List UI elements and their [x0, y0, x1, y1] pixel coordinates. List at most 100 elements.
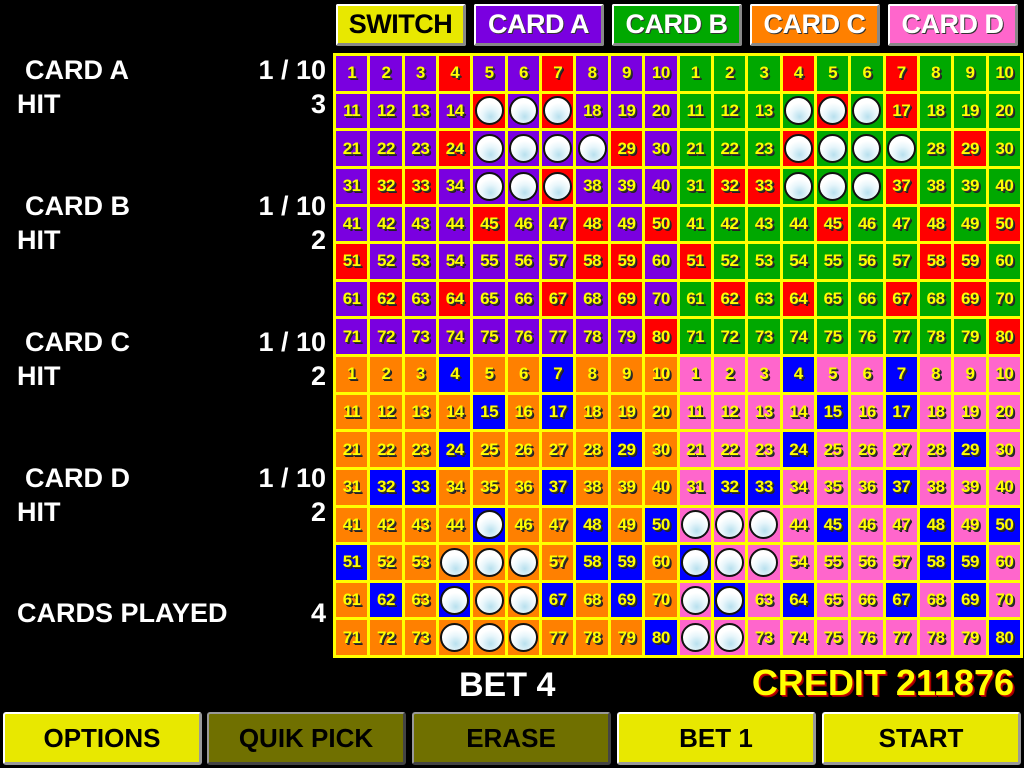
card-b-cell-52[interactable]: 52: [713, 244, 746, 279]
card-b-cell-49[interactable]: 49: [954, 206, 986, 242]
card-a-cell-11[interactable]: 11: [336, 93, 368, 129]
card-c-cell-56[interactable]: [507, 545, 540, 580]
card-a-cell-34[interactable]: 34: [439, 168, 471, 204]
card-c-cell-63[interactable]: 63: [404, 582, 437, 618]
card-a-cell-17[interactable]: [542, 93, 574, 129]
card-c-cell-45[interactable]: [473, 507, 505, 543]
card-d-cell-30[interactable]: 30: [988, 432, 1020, 467]
card-c-cell-78[interactable]: 78: [576, 620, 608, 655]
card-c-cell-53[interactable]: 53: [404, 545, 437, 580]
card-a-cell-78[interactable]: 78: [576, 319, 608, 354]
card-d-cell-32[interactable]: 32: [713, 469, 746, 505]
card-c-cell-55[interactable]: [473, 545, 505, 580]
card-c-cell-51[interactable]: 51: [336, 545, 368, 580]
card-b-cell-77[interactable]: 77: [885, 319, 917, 354]
card-b-cell-8[interactable]: 8: [919, 56, 952, 91]
card-c-cell-5[interactable]: 5: [473, 357, 505, 392]
card-b-cell-65[interactable]: 65: [816, 281, 849, 317]
card-a-cell-19[interactable]: 19: [610, 93, 643, 129]
card-b-cell-64[interactable]: 64: [782, 281, 814, 317]
card-a-cell-54[interactable]: 54: [439, 244, 471, 279]
card-d-cell-70[interactable]: 70: [988, 582, 1020, 618]
card-b-cell-62[interactable]: 62: [713, 281, 746, 317]
card-a-cell-20[interactable]: 20: [645, 93, 677, 129]
card-c-cell-37[interactable]: 37: [542, 469, 574, 505]
card-a-cell-76[interactable]: 76: [507, 319, 540, 354]
card-d-cell-6[interactable]: 6: [851, 357, 883, 392]
card-d-cell-17[interactable]: 17: [885, 394, 917, 430]
card-a-cell-63[interactable]: 63: [404, 281, 437, 317]
card-b-cell-78[interactable]: 78: [919, 319, 952, 354]
card-a-cell-7[interactable]: 7: [542, 56, 574, 91]
card-d-cell-71[interactable]: [679, 620, 711, 655]
card-c-cell-69[interactable]: 69: [610, 582, 643, 618]
card-b-cell-66[interactable]: 66: [851, 281, 883, 317]
card-d-cell-43[interactable]: [748, 507, 780, 543]
card-a-cell-46[interactable]: 46: [507, 206, 540, 242]
tab-card-b[interactable]: CARD B: [612, 4, 742, 46]
card-c-cell-25[interactable]: 25: [473, 432, 505, 467]
card-a-cell-9[interactable]: 9: [610, 56, 643, 91]
card-b-cell-11[interactable]: 11: [679, 93, 711, 129]
card-b-cell-70[interactable]: 70: [988, 281, 1020, 317]
card-d-cell-10[interactable]: 10: [988, 357, 1020, 392]
card-a-cell-70[interactable]: 70: [645, 281, 677, 317]
card-b-cell-58[interactable]: 58: [919, 244, 952, 279]
card-d-cell-20[interactable]: 20: [988, 394, 1020, 430]
card-c-cell-8[interactable]: 8: [576, 357, 608, 392]
card-c-cell-35[interactable]: 35: [473, 469, 505, 505]
card-d-cell-65[interactable]: 65: [816, 582, 849, 618]
card-b-cell-38[interactable]: 38: [919, 168, 952, 204]
card-b-cell-25[interactable]: [816, 131, 849, 166]
card-a-cell-27[interactable]: [542, 131, 574, 166]
card-b-cell-20[interactable]: 20: [988, 93, 1020, 129]
card-b-cell-74[interactable]: 74: [782, 319, 814, 354]
card-a-cell-32[interactable]: 32: [370, 168, 402, 204]
card-a-cell-3[interactable]: 3: [404, 56, 437, 91]
card-c-cell-18[interactable]: 18: [576, 394, 608, 430]
card-d-cell-11[interactable]: 11: [679, 394, 711, 430]
card-b-cell-50[interactable]: 50: [988, 206, 1020, 242]
card-d-cell-9[interactable]: 9: [954, 357, 986, 392]
card-b-cell-4[interactable]: 4: [782, 56, 814, 91]
card-a-cell-14[interactable]: 14: [439, 93, 471, 129]
card-d-cell-66[interactable]: 66: [851, 582, 883, 618]
card-d-cell-25[interactable]: 25: [816, 432, 849, 467]
card-a-cell-42[interactable]: 42: [370, 206, 402, 242]
card-d-cell-5[interactable]: 5: [816, 357, 849, 392]
card-a-cell-77[interactable]: 77: [542, 319, 574, 354]
card-d-cell-62[interactable]: [713, 582, 746, 618]
card-a-cell-44[interactable]: 44: [439, 206, 471, 242]
card-b-cell-59[interactable]: 59: [954, 244, 986, 279]
card-b-cell-40[interactable]: 40: [988, 168, 1020, 204]
card-a-cell-29[interactable]: 29: [610, 131, 643, 166]
card-c-cell-43[interactable]: 43: [404, 507, 437, 543]
card-c-cell-28[interactable]: 28: [576, 432, 608, 467]
card-d-cell-59[interactable]: 59: [954, 545, 986, 580]
card-b-cell-51[interactable]: 51: [679, 244, 711, 279]
card-b-cell-43[interactable]: 43: [748, 206, 780, 242]
card-d-cell-68[interactable]: 68: [919, 582, 952, 618]
card-b-cell-6[interactable]: 6: [851, 56, 883, 91]
card-a-cell-26[interactable]: [507, 131, 540, 166]
card-d-cell-29[interactable]: 29: [954, 432, 986, 467]
card-b-cell-41[interactable]: 41: [679, 206, 711, 242]
card-a-cell-12[interactable]: 12: [370, 93, 402, 129]
card-b-cell-79[interactable]: 79: [954, 319, 986, 354]
tab-card-a[interactable]: CARD A: [474, 4, 604, 46]
card-b-cell-42[interactable]: 42: [713, 206, 746, 242]
card-a-cell-60[interactable]: 60: [645, 244, 677, 279]
card-c-cell-21[interactable]: 21: [336, 432, 368, 467]
card-c-cell-12[interactable]: 12: [370, 394, 402, 430]
card-c-cell-80[interactable]: 80: [645, 620, 677, 655]
card-c-cell-76[interactable]: [507, 620, 540, 655]
card-b-cell-28[interactable]: 28: [919, 131, 952, 166]
card-c-cell-58[interactable]: 58: [576, 545, 608, 580]
card-c-cell-64[interactable]: [439, 582, 471, 618]
card-d-cell-14[interactable]: 14: [782, 394, 814, 430]
card-d-cell-16[interactable]: 16: [851, 394, 883, 430]
card-d-cell-23[interactable]: 23: [748, 432, 780, 467]
card-b-cell-31[interactable]: 31: [679, 168, 711, 204]
card-c-cell-77[interactable]: 77: [542, 620, 574, 655]
card-a-cell-80[interactable]: 80: [645, 319, 677, 354]
